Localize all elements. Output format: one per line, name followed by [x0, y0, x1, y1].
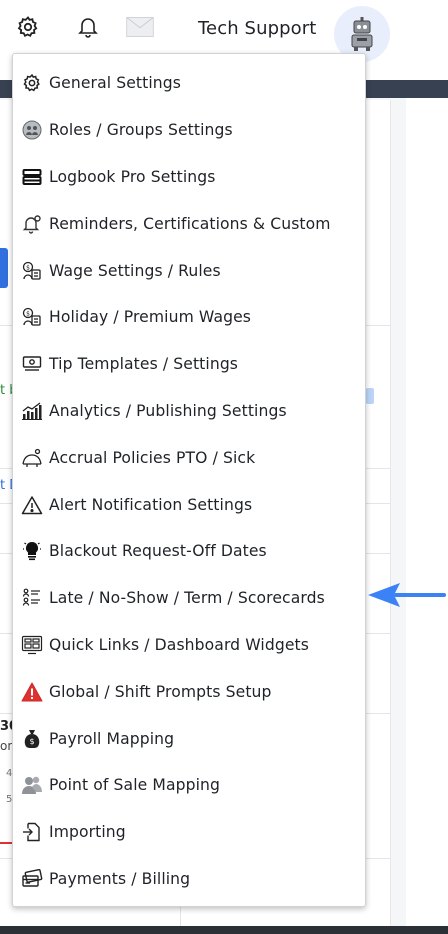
menu-item-label: Analytics / Publishing Settings	[49, 401, 287, 420]
menu-item-importing[interactable]: Importing	[13, 809, 365, 856]
menu-item-global-shift-prompts[interactable]: Global / Shift Prompts Setup	[13, 668, 365, 715]
menu-item-label: Point of Sale Mapping	[49, 776, 221, 795]
menu-item-label: Late / No-Show / Term / Scorecards	[49, 589, 325, 608]
settings-dropdown-menu: General Settings Roles / Groups Settings…	[12, 53, 366, 907]
svg-text:$: $	[26, 311, 30, 318]
menu-item-roles-groups[interactable]: Roles / Groups Settings	[13, 107, 365, 154]
wage-icon: $	[21, 260, 43, 282]
pos-icon	[21, 774, 43, 796]
menu-item-tip-templates[interactable]: Tip Templates / Settings	[13, 341, 365, 388]
menu-item-holiday-premium-wages[interactable]: $ Holiday / Premium Wages	[13, 294, 365, 341]
menu-item-label: Alert Notification Settings	[49, 495, 253, 514]
menu-item-label: Payroll Mapping	[49, 729, 175, 748]
top-header: Tech Support	[0, 0, 448, 62]
menu-item-label: General Settings	[49, 74, 181, 93]
annotation-arrow-icon	[366, 581, 448, 615]
menu-item-label: Blackout Request-Off Dates	[49, 542, 267, 561]
payroll-icon: $	[21, 728, 43, 750]
menu-item-payroll-mapping[interactable]: $ Payroll Mapping	[13, 715, 365, 762]
gear-icon	[21, 72, 43, 94]
menu-item-accrual-policies[interactable]: Accrual Policies PTO / Sick	[13, 434, 365, 481]
import-icon	[21, 821, 43, 843]
menu-item-label: Global / Shift Prompts Setup	[49, 682, 272, 701]
menu-item-quick-links[interactable]: Quick Links / Dashboard Widgets	[13, 622, 365, 669]
menu-item-point-of-sale-mapping[interactable]: Point of Sale Mapping	[13, 762, 365, 809]
billing-icon	[21, 868, 43, 890]
quicklinks-icon	[21, 634, 43, 656]
mail-icon[interactable]	[126, 13, 154, 41]
gear-icon[interactable]	[14, 13, 42, 41]
warning-icon	[21, 681, 43, 703]
svg-text:$: $	[26, 264, 30, 271]
menu-item-label: Payments / Billing	[49, 869, 191, 888]
menu-item-label: Wage Settings / Rules	[49, 261, 221, 280]
logbook-icon	[21, 166, 43, 188]
alert-icon	[21, 494, 43, 516]
menu-item-alert-notifications[interactable]: Alert Notification Settings	[13, 481, 365, 528]
reminder-icon	[21, 213, 43, 235]
menu-item-label: Tip Templates / Settings	[49, 355, 239, 374]
menu-item-late-noshow-scorecards[interactable]: Late / No-Show / Term / Scorecards	[13, 575, 365, 622]
roles-icon	[21, 119, 43, 141]
menu-item-label: Holiday / Premium Wages	[49, 308, 252, 327]
menu-item-label: Accrual Policies PTO / Sick	[49, 448, 256, 467]
menu-item-label: Logbook Pro Settings	[49, 167, 216, 186]
menu-item-label: Importing	[49, 823, 126, 842]
menu-item-general-settings[interactable]: General Settings	[13, 60, 365, 107]
menu-item-analytics-publishing[interactable]: Analytics / Publishing Settings	[13, 388, 365, 435]
bell-icon[interactable]	[74, 13, 102, 41]
menu-item-wage-settings[interactable]: $ Wage Settings / Rules	[13, 247, 365, 294]
menu-item-label: Roles / Groups Settings	[49, 121, 233, 140]
background-blue-button[interactable]	[0, 248, 8, 288]
menu-item-payments-billing[interactable]: Payments / Billing	[13, 856, 365, 903]
blackout-icon	[21, 540, 43, 562]
accrual-icon	[21, 447, 43, 469]
holiday-wage-icon: $	[21, 306, 43, 328]
scorecard-icon	[21, 587, 43, 609]
tip-icon	[21, 353, 43, 375]
menu-item-blackout-dates[interactable]: Blackout Request-Off Dates	[13, 528, 365, 575]
menu-item-label: Quick Links / Dashboard Widgets	[49, 635, 309, 654]
svg-text:$: $	[29, 737, 34, 746]
menu-item-logbook-pro[interactable]: Logbook Pro Settings	[13, 154, 365, 201]
background-chip	[366, 388, 374, 404]
analytics-icon	[21, 400, 43, 422]
menu-item-reminders[interactable]: Reminders, Certifications & Custom	[13, 200, 365, 247]
menu-item-label: Reminders, Certifications & Custom	[49, 214, 331, 233]
user-name[interactable]: Tech Support	[198, 18, 316, 39]
background-bottom-band	[0, 926, 448, 934]
